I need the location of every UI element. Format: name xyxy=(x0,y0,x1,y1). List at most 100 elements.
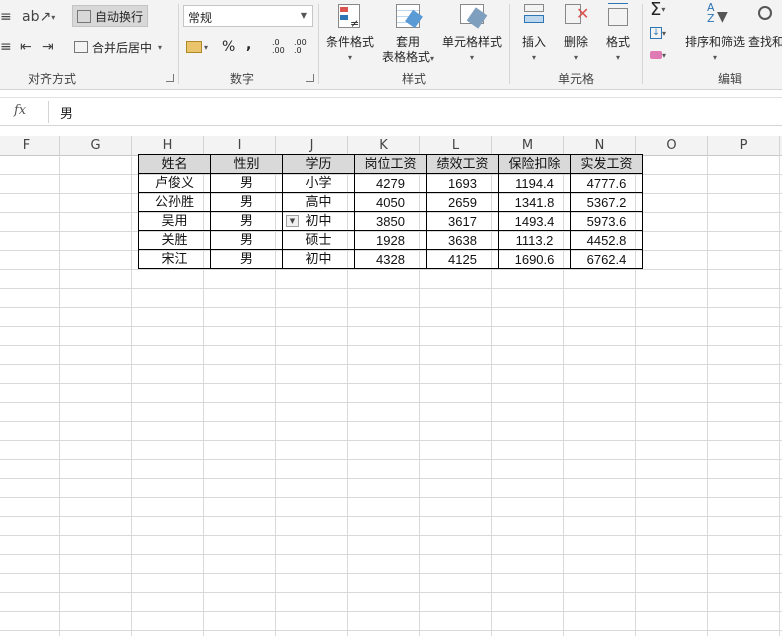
align-justify-icon[interactable]: ≡ xyxy=(0,6,12,28)
merge-center-button[interactable]: 合并后居中 ▾ xyxy=(74,36,162,58)
column-header-p[interactable]: P xyxy=(708,136,780,156)
table-cell[interactable]: 男 xyxy=(210,192,283,212)
table-cell[interactable]: 5973.6 xyxy=(570,211,643,231)
table-cell[interactable]: 6762.4 xyxy=(570,249,643,269)
column-header-o[interactable]: O xyxy=(636,136,708,156)
table-cell[interactable]: 初中 xyxy=(282,249,355,269)
table-cell[interactable]: 男 xyxy=(210,173,283,193)
number-format-select[interactable]: 常规 ▼ xyxy=(183,5,313,27)
orientation-button[interactable]: ab↗ ▾ xyxy=(22,6,55,28)
table-cell[interactable]: 4452.8 xyxy=(570,230,643,250)
gridline-horizontal xyxy=(0,269,782,270)
header-cell[interactable]: 实发工资 xyxy=(570,154,643,174)
increase-indent-button[interactable]: ⇥ xyxy=(42,36,54,58)
column-headers: FGHIJKLMNOP xyxy=(0,136,782,156)
number-launcher[interactable] xyxy=(306,74,314,82)
table-cell[interactable]: 3638 xyxy=(426,230,499,250)
table-cell[interactable]: 1341.8 xyxy=(498,192,571,212)
gridline-horizontal xyxy=(0,554,782,555)
table-cell[interactable]: 吴用 xyxy=(138,211,211,231)
table-cell[interactable]: 4125 xyxy=(426,249,499,269)
table-cell[interactable]: 1690.6 xyxy=(498,249,571,269)
table-row: 宋江男初中 4328 4125 1690.6 6762.4 xyxy=(138,249,643,269)
table-cell[interactable]: 硕士 xyxy=(282,230,355,250)
header-cell[interactable]: 学历 xyxy=(282,154,355,174)
table-cell[interactable]: 1928 xyxy=(354,230,427,250)
header-cell[interactable]: 姓名 xyxy=(138,154,211,174)
column-header-i[interactable]: I xyxy=(204,136,276,156)
table-cell[interactable]: 1693 xyxy=(426,173,499,193)
column-header-k[interactable]: K xyxy=(348,136,420,156)
column-header-g[interactable]: G xyxy=(60,136,132,156)
increase-decimal-button[interactable]: .0 .00 xyxy=(272,36,290,58)
table-cell[interactable]: ▼ 初中 xyxy=(282,211,355,231)
table-cell[interactable]: 男 xyxy=(210,211,283,231)
table-cell[interactable]: 4050 xyxy=(354,192,427,212)
number-group-label: 数字 xyxy=(230,72,255,86)
find-select-button[interactable]: 查找和 xyxy=(748,2,782,50)
table-cell[interactable]: 男 xyxy=(210,249,283,269)
gridline-horizontal xyxy=(0,307,782,308)
column-header-h[interactable]: H xyxy=(132,136,204,156)
gridline-vertical xyxy=(131,156,132,636)
table-cell[interactable]: 5367.2 xyxy=(570,192,643,212)
decrease-indent-button[interactable]: ⇤ xyxy=(20,36,32,58)
autosum-button[interactable]: Σ ▾ xyxy=(650,0,665,20)
table-cell[interactable]: 男 xyxy=(210,230,283,250)
percent-button[interactable]: % xyxy=(222,36,235,58)
header-cell[interactable]: 岗位工资 xyxy=(354,154,427,174)
conditional-format-button[interactable]: ≠ 条件格式 ▾ xyxy=(324,2,376,65)
header-cell[interactable]: 保险扣除 xyxy=(498,154,571,174)
accounting-format-button[interactable]: ▾ xyxy=(186,36,208,58)
format-button[interactable]: 格式 ▾ xyxy=(600,2,636,65)
align-right-icon[interactable]: ≡ xyxy=(0,36,12,58)
header-cell[interactable]: 性别 xyxy=(210,154,283,174)
gridline-horizontal xyxy=(0,364,782,365)
table-cell[interactable]: 1493.4 xyxy=(498,211,571,231)
cell-styles-icon xyxy=(458,2,488,32)
gridline-horizontal xyxy=(0,421,782,422)
table-cell[interactable]: 小学 xyxy=(282,173,355,193)
alignment-group-label: 对齐方式 xyxy=(28,72,77,86)
format-as-table-button[interactable]: 套用 表格格式▾ xyxy=(380,2,436,66)
column-header-n[interactable]: N xyxy=(564,136,636,156)
column-header-j[interactable]: J xyxy=(276,136,348,156)
fill-button[interactable]: ↓ ▾ xyxy=(650,22,666,44)
table-cell[interactable]: 宋江 xyxy=(138,249,211,269)
insert-function-icon[interactable]: fx xyxy=(14,103,44,118)
gridline-vertical xyxy=(59,156,60,636)
alignment-launcher[interactable] xyxy=(166,74,174,82)
comma-button[interactable]: , xyxy=(246,34,251,56)
insert-button[interactable]: 插入 ▾ xyxy=(516,2,552,65)
table-cell[interactable]: 2659 xyxy=(426,192,499,212)
clear-button[interactable]: ▾ xyxy=(650,44,666,66)
validation-dropdown-icon[interactable]: ▼ xyxy=(286,215,299,227)
table-cell[interactable]: 3850 xyxy=(354,211,427,231)
find-icon xyxy=(748,2,776,32)
column-header-m[interactable]: M xyxy=(492,136,564,156)
ribbon: ≡ ab↗ ▾ 自动换行 ≡ ⇤ ⇥ 合并后居中 ▾ 对齐方式 常规 ▼ ▾ % … xyxy=(0,0,782,90)
table-cell[interactable]: 卢俊义 xyxy=(138,173,211,193)
delete-button[interactable]: ✕ 删除 ▾ xyxy=(558,2,594,65)
table-cell[interactable]: 公孙胜 xyxy=(138,192,211,212)
column-header-f[interactable]: F xyxy=(0,136,60,156)
table-cell[interactable]: 1194.4 xyxy=(498,173,571,193)
header-cell[interactable]: 绩效工资 xyxy=(426,154,499,174)
table-cell[interactable]: 4777.6 xyxy=(570,173,643,193)
column-header-l[interactable]: L xyxy=(420,136,492,156)
table-cell[interactable]: 1113.2 xyxy=(498,230,571,250)
table-cell[interactable]: 关胜 xyxy=(138,230,211,250)
formula-input[interactable]: 男 xyxy=(60,103,73,122)
gridline-horizontal xyxy=(0,288,782,289)
table-cell[interactable]: 4279 xyxy=(354,173,427,193)
gridline-horizontal xyxy=(0,516,782,517)
table-cell[interactable]: 高中 xyxy=(282,192,355,212)
gridline-horizontal xyxy=(0,440,782,441)
table-cell[interactable]: 3617 xyxy=(426,211,499,231)
cell-styles-button[interactable]: 单元格样式 ▾ xyxy=(440,2,504,65)
decrease-decimal-button[interactable]: .00 .0 xyxy=(294,36,312,58)
sort-filter-button[interactable]: AZ ▼ 排序和筛选 ▾ xyxy=(684,2,746,65)
wrap-text-button[interactable]: 自动换行 xyxy=(72,5,149,27)
gridline-horizontal xyxy=(0,630,782,631)
table-cell[interactable]: 4328 xyxy=(354,249,427,269)
